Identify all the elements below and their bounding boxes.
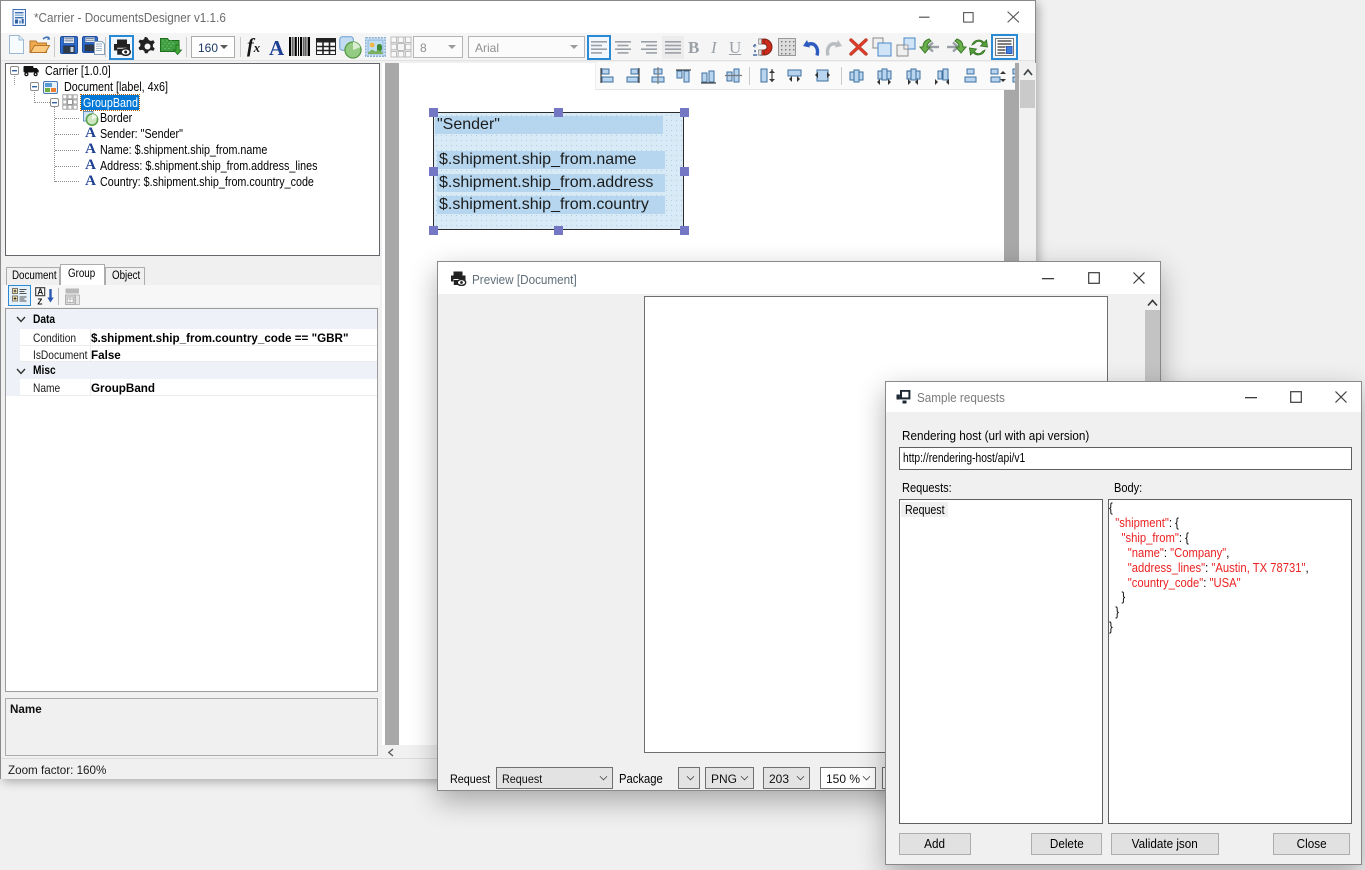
svg-text:Z: Z — [37, 297, 42, 305]
svg-text:A: A — [37, 288, 43, 297]
